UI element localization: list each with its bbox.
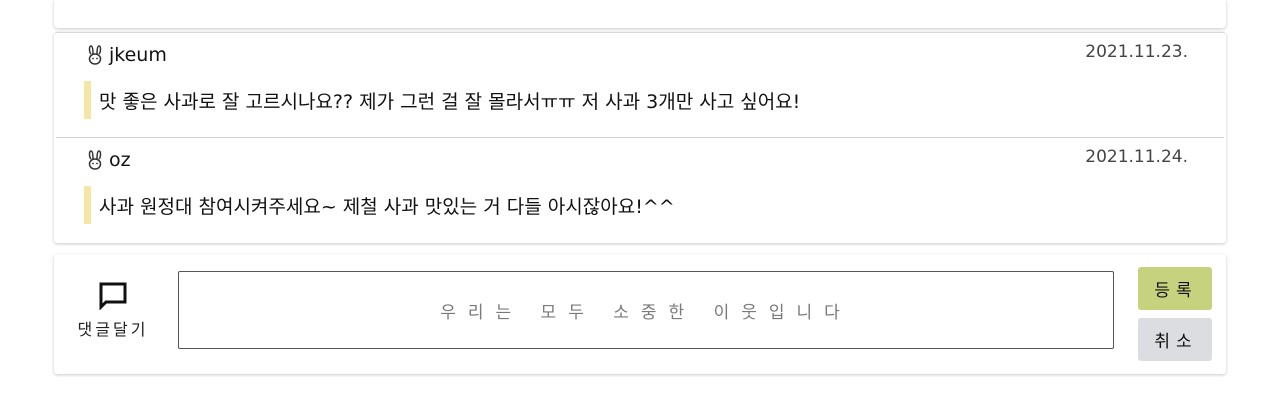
comment-item: jkeum 2021.11.23. 맛 좋은 사과로 잘 고르시나요?? 제가 … — [56, 33, 1224, 138]
comment-input[interactable] — [178, 271, 1114, 349]
speech-bubble-icon — [99, 282, 127, 310]
comment-author: oz — [87, 148, 131, 172]
author-name: oz — [109, 149, 131, 171]
bunny-icon — [88, 45, 102, 65]
comment-date: 2021.11.24. — [1085, 147, 1188, 167]
comment-text: 사과 원정대 참여시켜주세요~ 제철 사과 맛있는 거 다들 아시잖아요!^^ — [84, 186, 675, 224]
comment-item: oz 2021.11.24. 사과 원정대 참여시켜주세요~ 제철 사과 맛있는… — [56, 138, 1224, 242]
bunny-icon — [88, 150, 102, 170]
previous-card — [54, 0, 1226, 28]
comment-author: jkeum — [87, 43, 167, 67]
cancel-button[interactable]: 취소 — [1138, 318, 1212, 361]
author-name: jkeum — [109, 44, 167, 66]
comment-form-label: 댓글달기 — [72, 280, 154, 340]
submit-button[interactable]: 등록 — [1138, 267, 1212, 310]
comment-form: 댓글달기 등록 취소 — [54, 254, 1226, 374]
comment-list: jkeum 2021.11.23. 맛 좋은 사과로 잘 고르시나요?? 제가 … — [54, 32, 1226, 243]
comment-text: 맛 좋은 사과로 잘 고르시나요?? 제가 그런 걸 잘 몰라서ㅠㅠ 저 사과 … — [84, 81, 800, 119]
comment-date: 2021.11.23. — [1085, 42, 1188, 62]
comment-form-label-text: 댓글달기 — [77, 320, 149, 339]
